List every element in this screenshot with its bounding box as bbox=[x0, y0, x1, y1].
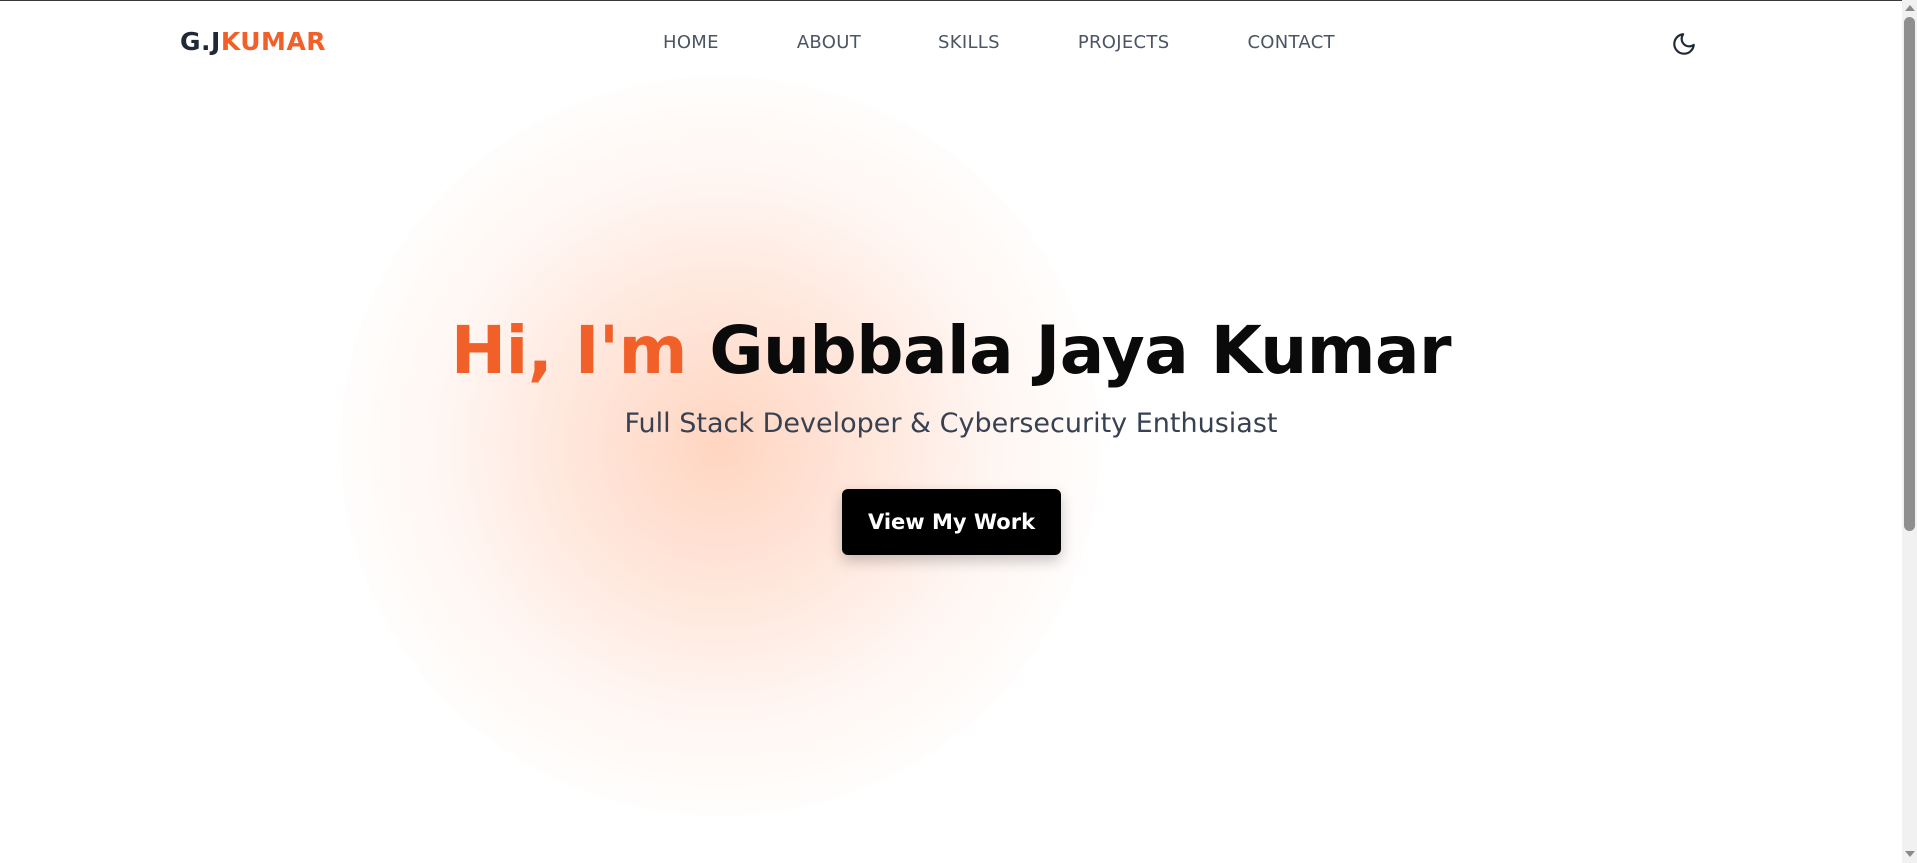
nav-link-contact[interactable]: CONTACT bbox=[1247, 31, 1334, 55]
theme-toggle-button[interactable] bbox=[1670, 30, 1698, 58]
nav-links: HOME ABOUT SKILLS PROJECTS CONTACT bbox=[663, 31, 1335, 55]
moon-icon bbox=[1673, 33, 1695, 55]
hero-greeting: Hi, I'm bbox=[450, 312, 687, 389]
logo-accent: KUMAR bbox=[220, 27, 327, 56]
scrollbar-thumb[interactable] bbox=[1904, 17, 1915, 531]
scroll-up-arrow-icon[interactable] bbox=[1905, 5, 1915, 11]
nav-link-about[interactable]: ABOUT bbox=[797, 31, 861, 55]
hero-subtitle: Full Stack Developer & Cybersecurity Ent… bbox=[624, 408, 1278, 439]
nav-link-home[interactable]: HOME bbox=[663, 31, 719, 55]
hero-name: Gubbala Jaya Kumar bbox=[709, 312, 1452, 389]
site-logo[interactable]: G.JKUMAR bbox=[180, 27, 326, 57]
hero-title: Hi, I'm Gubbala Jaya Kumar bbox=[0, 313, 1902, 389]
page-viewport: G.JKUMAR HOME ABOUT SKILLS PROJECTS CONT… bbox=[0, 0, 1902, 863]
navbar: G.JKUMAR HOME ABOUT SKILLS PROJECTS CONT… bbox=[0, 1, 1902, 85]
logo-prefix: G.J bbox=[180, 27, 221, 56]
view-my-work-button[interactable]: View My Work bbox=[842, 489, 1061, 555]
scroll-down-arrow-icon[interactable] bbox=[1905, 851, 1915, 857]
page-scrollbar[interactable] bbox=[1902, 0, 1917, 863]
nav-link-projects[interactable]: PROJECTS bbox=[1078, 31, 1170, 55]
hero-background-glow bbox=[340, 76, 1100, 816]
nav-link-skills[interactable]: SKILLS bbox=[938, 31, 1000, 55]
